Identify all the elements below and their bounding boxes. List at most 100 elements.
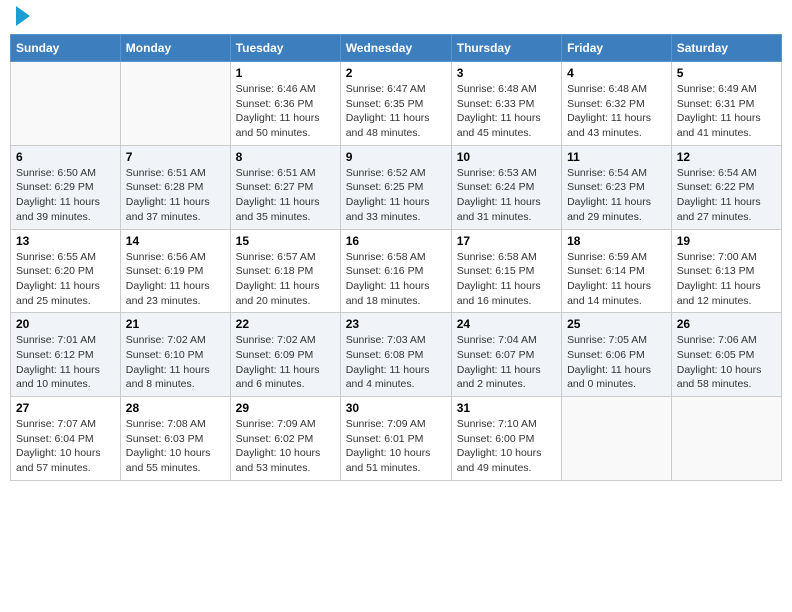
day-info: Sunrise: 6:51 AM Sunset: 6:27 PM Dayligh… [236, 166, 335, 225]
calendar-cell: 25 Sunrise: 7:05 AM Sunset: 6:06 PM Dayli… [562, 313, 672, 397]
day-number: 29 [236, 401, 335, 415]
page-header [10, 10, 782, 26]
day-info: Sunrise: 7:07 AM Sunset: 6:04 PM Dayligh… [16, 417, 115, 476]
day-info: Sunrise: 6:59 AM Sunset: 6:14 PM Dayligh… [567, 250, 666, 309]
day-number: 19 [677, 234, 776, 248]
logo [14, 10, 30, 26]
day-info: Sunrise: 7:02 AM Sunset: 6:09 PM Dayligh… [236, 333, 335, 392]
calendar-cell: 16 Sunrise: 6:58 AM Sunset: 6:16 PM Dayli… [340, 229, 451, 313]
calendar-cell: 10 Sunrise: 6:53 AM Sunset: 6:24 PM Dayli… [451, 145, 561, 229]
day-number: 4 [567, 66, 666, 80]
calendar-week-4: 20 Sunrise: 7:01 AM Sunset: 6:12 PM Dayli… [11, 313, 782, 397]
day-info: Sunrise: 7:10 AM Sunset: 6:00 PM Dayligh… [457, 417, 556, 476]
logo-arrow-icon [16, 6, 30, 26]
day-header-tuesday: Tuesday [230, 35, 340, 62]
calendar-cell: 27 Sunrise: 7:07 AM Sunset: 6:04 PM Dayli… [11, 397, 121, 481]
calendar-cell: 6Sunrise: 6:50 AM Sunset: 6:29 PM Daylig… [11, 145, 121, 229]
day-number: 27 [16, 401, 115, 415]
day-number: 26 [677, 317, 776, 331]
calendar-week-2: 6Sunrise: 6:50 AM Sunset: 6:29 PM Daylig… [11, 145, 782, 229]
calendar-cell [120, 62, 230, 146]
calendar-cell: 2 Sunrise: 6:47 AM Sunset: 6:35 PM Daylig… [340, 62, 451, 146]
day-info: Sunrise: 7:05 AM Sunset: 6:06 PM Dayligh… [567, 333, 666, 392]
day-info: Sunrise: 7:02 AM Sunset: 6:10 PM Dayligh… [126, 333, 225, 392]
calendar-cell: 19 Sunrise: 7:00 AM Sunset: 6:13 PM Dayli… [671, 229, 781, 313]
day-number: 17 [457, 234, 556, 248]
day-info: Sunrise: 6:50 AM Sunset: 6:29 PM Dayligh… [16, 166, 115, 225]
calendar-cell: 30 Sunrise: 7:09 AM Sunset: 6:01 PM Dayli… [340, 397, 451, 481]
day-header-wednesday: Wednesday [340, 35, 451, 62]
day-info: Sunrise: 6:49 AM Sunset: 6:31 PM Dayligh… [677, 82, 776, 141]
calendar-cell: 8 Sunrise: 6:51 AM Sunset: 6:27 PM Daylig… [230, 145, 340, 229]
calendar-cell: 31Sunrise: 7:10 AM Sunset: 6:00 PM Dayli… [451, 397, 561, 481]
calendar-cell: 13 Sunrise: 6:55 AM Sunset: 6:20 PM Dayli… [11, 229, 121, 313]
day-info: Sunrise: 6:55 AM Sunset: 6:20 PM Dayligh… [16, 250, 115, 309]
day-header-monday: Monday [120, 35, 230, 62]
day-info: Sunrise: 6:56 AM Sunset: 6:19 PM Dayligh… [126, 250, 225, 309]
day-info: Sunrise: 6:54 AM Sunset: 6:23 PM Dayligh… [567, 166, 666, 225]
day-number: 3 [457, 66, 556, 80]
calendar-week-1: 1 Sunrise: 6:46 AM Sunset: 6:36 PM Daylig… [11, 62, 782, 146]
calendar-cell [11, 62, 121, 146]
day-number: 23 [346, 317, 446, 331]
calendar-cell: 29 Sunrise: 7:09 AM Sunset: 6:02 PM Dayli… [230, 397, 340, 481]
day-info: Sunrise: 7:06 AM Sunset: 6:05 PM Dayligh… [677, 333, 776, 392]
calendar-cell: 7Sunrise: 6:51 AM Sunset: 6:28 PM Daylig… [120, 145, 230, 229]
day-info: Sunrise: 6:53 AM Sunset: 6:24 PM Dayligh… [457, 166, 556, 225]
calendar-cell: 14 Sunrise: 6:56 AM Sunset: 6:19 PM Dayli… [120, 229, 230, 313]
calendar-header: SundayMondayTuesdayWednesdayThursdayFrid… [11, 35, 782, 62]
calendar-cell: 15 Sunrise: 6:57 AM Sunset: 6:18 PM Dayli… [230, 229, 340, 313]
day-info: Sunrise: 6:48 AM Sunset: 6:32 PM Dayligh… [567, 82, 666, 141]
day-info: Sunrise: 7:01 AM Sunset: 6:12 PM Dayligh… [16, 333, 115, 392]
day-number: 2 [346, 66, 446, 80]
calendar-week-3: 13 Sunrise: 6:55 AM Sunset: 6:20 PM Dayli… [11, 229, 782, 313]
day-number: 16 [346, 234, 446, 248]
day-info: Sunrise: 6:47 AM Sunset: 6:35 PM Dayligh… [346, 82, 446, 141]
day-number: 8 [236, 150, 335, 164]
day-header-saturday: Saturday [671, 35, 781, 62]
day-info: Sunrise: 6:57 AM Sunset: 6:18 PM Dayligh… [236, 250, 335, 309]
day-info: Sunrise: 7:09 AM Sunset: 6:01 PM Dayligh… [346, 417, 446, 476]
day-number: 25 [567, 317, 666, 331]
day-number: 21 [126, 317, 225, 331]
calendar-table: SundayMondayTuesdayWednesdayThursdayFrid… [10, 34, 782, 481]
calendar-cell: 17 Sunrise: 6:58 AM Sunset: 6:15 PM Dayli… [451, 229, 561, 313]
day-number: 28 [126, 401, 225, 415]
day-number: 15 [236, 234, 335, 248]
day-number: 18 [567, 234, 666, 248]
day-info: Sunrise: 6:46 AM Sunset: 6:36 PM Dayligh… [236, 82, 335, 141]
day-info: Sunrise: 6:58 AM Sunset: 6:16 PM Dayligh… [346, 250, 446, 309]
day-info: Sunrise: 6:51 AM Sunset: 6:28 PM Dayligh… [126, 166, 225, 225]
day-number: 24 [457, 317, 556, 331]
calendar-cell: 11 Sunrise: 6:54 AM Sunset: 6:23 PM Dayli… [562, 145, 672, 229]
day-info: Sunrise: 7:09 AM Sunset: 6:02 PM Dayligh… [236, 417, 335, 476]
day-number: 14 [126, 234, 225, 248]
day-number: 30 [346, 401, 446, 415]
day-info: Sunrise: 6:58 AM Sunset: 6:15 PM Dayligh… [457, 250, 556, 309]
calendar-week-5: 27 Sunrise: 7:07 AM Sunset: 6:04 PM Dayli… [11, 397, 782, 481]
day-number: 13 [16, 234, 115, 248]
calendar-cell: 22 Sunrise: 7:02 AM Sunset: 6:09 PM Dayli… [230, 313, 340, 397]
calendar-cell: 9Sunrise: 6:52 AM Sunset: 6:25 PM Daylig… [340, 145, 451, 229]
day-number: 10 [457, 150, 556, 164]
calendar-cell: 12Sunrise: 6:54 AM Sunset: 6:22 PM Dayli… [671, 145, 781, 229]
calendar-cell [671, 397, 781, 481]
calendar-cell: 23 Sunrise: 7:03 AM Sunset: 6:08 PM Dayli… [340, 313, 451, 397]
day-number: 11 [567, 150, 666, 164]
calendar-cell: 24Sunrise: 7:04 AM Sunset: 6:07 PM Dayli… [451, 313, 561, 397]
day-header-friday: Friday [562, 35, 672, 62]
calendar-cell: 3 Sunrise: 6:48 AM Sunset: 6:33 PM Daylig… [451, 62, 561, 146]
day-info: Sunrise: 7:03 AM Sunset: 6:08 PM Dayligh… [346, 333, 446, 392]
calendar-body: 1 Sunrise: 6:46 AM Sunset: 6:36 PM Daylig… [11, 62, 782, 481]
day-number: 20 [16, 317, 115, 331]
calendar-cell: 28Sunrise: 7:08 AM Sunset: 6:03 PM Dayli… [120, 397, 230, 481]
day-info: Sunrise: 6:48 AM Sunset: 6:33 PM Dayligh… [457, 82, 556, 141]
day-info: Sunrise: 7:00 AM Sunset: 6:13 PM Dayligh… [677, 250, 776, 309]
day-header-sunday: Sunday [11, 35, 121, 62]
day-number: 5 [677, 66, 776, 80]
calendar-cell: 21 Sunrise: 7:02 AM Sunset: 6:10 PM Dayli… [120, 313, 230, 397]
day-info: Sunrise: 6:52 AM Sunset: 6:25 PM Dayligh… [346, 166, 446, 225]
day-header-thursday: Thursday [451, 35, 561, 62]
day-number: 1 [236, 66, 335, 80]
day-number: 22 [236, 317, 335, 331]
